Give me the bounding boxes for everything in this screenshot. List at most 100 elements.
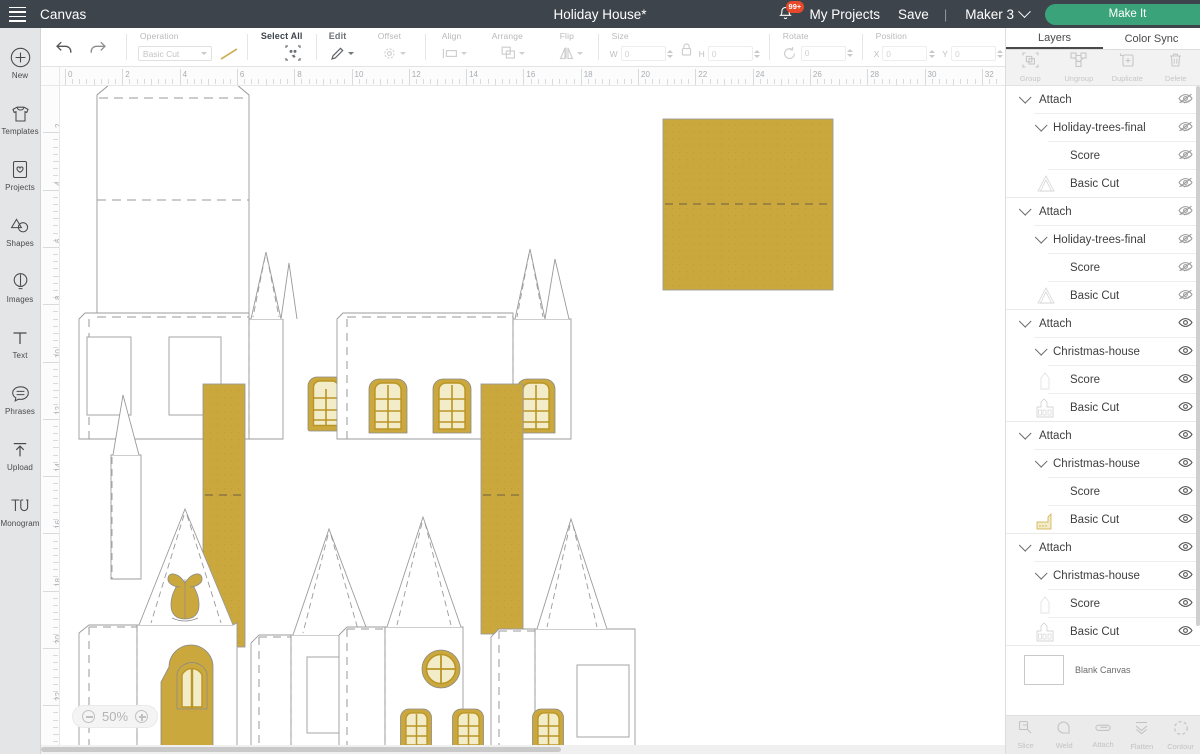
sidebar-item-text[interactable]: Text	[0, 316, 41, 370]
machine-selector[interactable]: Maker 3	[953, 4, 1037, 22]
layer-row-group[interactable]: Holiday-trees-final	[1006, 114, 1200, 141]
position-x-input[interactable]: 0	[882, 46, 928, 61]
canvas-color-swatch[interactable]	[1024, 655, 1064, 685]
operation-select[interactable]: Basic Cut	[137, 46, 212, 61]
chevron-down-icon[interactable]	[577, 51, 584, 55]
chevron-down-icon[interactable]	[1034, 343, 1048, 356]
layer-visibility-toggle[interactable]	[1178, 147, 1193, 165]
vertical-ruler[interactable]: 24681012141618202224	[41, 86, 60, 754]
flip-horizontal-icon[interactable]	[558, 45, 575, 61]
minus-circle-icon[interactable]	[82, 710, 95, 723]
chevron-down-icon[interactable]	[1018, 203, 1032, 216]
redo-arrow-icon[interactable]	[88, 40, 107, 55]
layer-row-group[interactable]: Christmas-house	[1006, 450, 1200, 477]
layer-visibility-toggle[interactable]	[1178, 399, 1193, 417]
layer-row-group[interactable]: Christmas-house	[1006, 338, 1200, 365]
layer-visibility-toggle[interactable]	[1178, 259, 1193, 277]
sidebar-item-projects[interactable]: Projects	[0, 148, 41, 202]
chevron-down-icon[interactable]	[1034, 567, 1048, 580]
layer-visibility-toggle[interactable]	[1178, 315, 1193, 333]
position-x-stepper[interactable]	[927, 46, 936, 61]
rotate-input[interactable]: 0	[800, 45, 846, 61]
eye-visible-icon[interactable]	[1178, 541, 1193, 552]
eye-visible-icon[interactable]	[1178, 569, 1193, 580]
size-width-stepper[interactable]	[666, 46, 675, 61]
layer-list[interactable]: Attach Holiday-trees-final Score Basic Cut A…	[1006, 86, 1200, 715]
layer-visibility-toggle[interactable]	[1178, 203, 1193, 221]
layer-visibility-toggle[interactable]	[1178, 119, 1193, 137]
eye-hidden-icon[interactable]	[1178, 289, 1193, 300]
eye-hidden-icon[interactable]	[1178, 261, 1193, 272]
layer-row-attach[interactable]: Attach	[1006, 86, 1200, 113]
chevron-down-icon[interactable]	[1018, 427, 1032, 440]
ruler-corner[interactable]	[41, 67, 60, 86]
horizontal-scrollbar[interactable]	[41, 745, 1005, 754]
layer-row-leaf[interactable]: Score	[1006, 254, 1200, 281]
eye-visible-icon[interactable]	[1178, 429, 1193, 440]
eye-visible-icon[interactable]	[1178, 625, 1193, 636]
layer-row-attach[interactable]: Attach	[1006, 422, 1200, 449]
position-y-stepper[interactable]	[996, 46, 1005, 61]
contour-button[interactable]: Contour	[1161, 720, 1200, 751]
layer-row-leaf[interactable]: Score	[1006, 366, 1200, 393]
layer-visibility-toggle[interactable]	[1178, 595, 1193, 613]
hamburger-icon[interactable]	[0, 0, 34, 28]
chevron-down-icon[interactable]	[1034, 455, 1048, 468]
eye-visible-icon[interactable]	[1178, 373, 1193, 384]
layer-row-leaf[interactable]: Basic Cut	[1006, 282, 1200, 309]
flatten-button[interactable]: Flatten	[1122, 720, 1161, 751]
ungroup-button[interactable]: Ungroup	[1055, 52, 1104, 83]
eye-hidden-icon[interactable]	[1178, 205, 1193, 216]
chevron-down-icon[interactable]	[461, 51, 468, 55]
arrange-layers-icon[interactable]	[500, 45, 517, 61]
layer-visibility-toggle[interactable]	[1178, 343, 1193, 361]
chevron-down-icon[interactable]	[1018, 315, 1032, 328]
chevron-down-icon[interactable]	[519, 51, 526, 55]
sidebar-item-phrases[interactable]: Phrases	[0, 372, 41, 426]
sidebar-item-monogram[interactable]: Monogram	[0, 484, 41, 538]
layer-visibility-toggle[interactable]	[1178, 175, 1193, 193]
size-height-stepper[interactable]	[753, 46, 762, 61]
rotate-stepper[interactable]	[846, 46, 855, 61]
layer-visibility-toggle[interactable]	[1178, 483, 1193, 501]
eye-visible-icon[interactable]	[1178, 485, 1193, 496]
eye-hidden-icon[interactable]	[1178, 233, 1193, 244]
chevron-down-icon[interactable]	[348, 51, 355, 55]
my-projects-link[interactable]: My Projects	[801, 7, 890, 22]
layer-row-group[interactable]: Christmas-house	[1006, 562, 1200, 589]
eye-visible-icon[interactable]	[1178, 345, 1193, 356]
eye-hidden-icon[interactable]	[1178, 177, 1193, 188]
chevron-down-icon[interactable]	[1034, 231, 1048, 244]
offset-gear-icon[interactable]	[381, 45, 398, 61]
size-width-input[interactable]: 0	[620, 46, 666, 61]
layer-row-leaf[interactable]: Score	[1006, 142, 1200, 169]
scrollbar-thumb[interactable]	[41, 747, 561, 752]
layer-visibility-toggle[interactable]	[1178, 371, 1193, 389]
horizontal-ruler[interactable]: 0 2 4 6 8 10 12 14 16 18 20 22 24 26 28 30 32	[41, 67, 1005, 86]
sidebar-item-shapes[interactable]: Shapes	[0, 204, 41, 258]
size-lock-toggle[interactable]	[675, 27, 699, 66]
layer-row-leaf[interactable]: Basic Cut	[1006, 394, 1200, 421]
blank-canvas-row[interactable]: Blank Canvas	[1006, 646, 1200, 694]
eye-hidden-icon[interactable]	[1178, 149, 1193, 160]
eye-visible-icon[interactable]	[1178, 597, 1193, 608]
duplicate-button[interactable]: Duplicate	[1103, 52, 1152, 83]
layer-row-leaf[interactable]: Basic Cut	[1006, 618, 1200, 645]
size-height-input[interactable]: 0	[707, 46, 753, 61]
layer-visibility-toggle[interactable]	[1178, 91, 1193, 109]
layer-visibility-toggle[interactable]	[1178, 567, 1193, 585]
eye-hidden-icon[interactable]	[1178, 93, 1193, 104]
sidebar-item-images[interactable]: Images	[0, 260, 41, 314]
plus-circle-icon[interactable]	[135, 710, 149, 723]
sidebar-item-new[interactable]: New	[0, 36, 41, 90]
layer-visibility-toggle[interactable]	[1178, 455, 1193, 473]
eye-visible-icon[interactable]	[1178, 513, 1193, 524]
layer-visibility-toggle[interactable]	[1178, 539, 1193, 557]
eye-visible-icon[interactable]	[1178, 401, 1193, 412]
layer-row-leaf[interactable]: Basic Cut	[1006, 506, 1200, 533]
attach-button[interactable]: Attach	[1084, 721, 1123, 749]
chevron-down-icon[interactable]	[1018, 539, 1032, 552]
layer-row-leaf[interactable]: Score	[1006, 478, 1200, 505]
design-canvas[interactable]: 50%	[41, 67, 1005, 754]
align-left-icon[interactable]	[442, 45, 459, 61]
